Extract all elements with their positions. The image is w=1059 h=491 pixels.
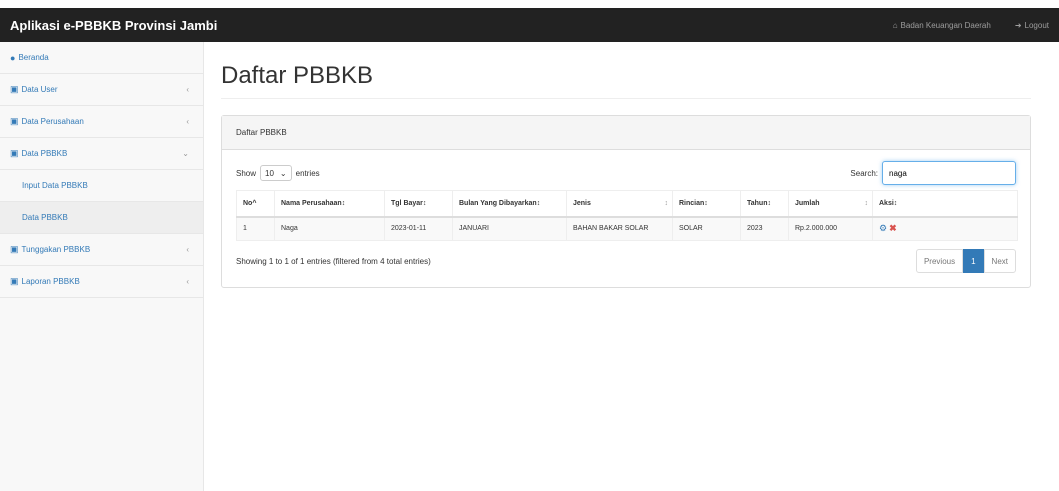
sitemap-icon: ▣ — [10, 244, 19, 254]
cell-jumlah: Rp.2.000.000 — [788, 216, 873, 241]
show-label: Show — [236, 168, 257, 178]
next-button[interactable]: Next — [983, 249, 1016, 273]
top-navbar: Aplikasi e-PBBKB Provinsi Jambi ⌂ Badan K… — [0, 8, 1059, 42]
cell-tgl-bayar: 2023-01-11 — [384, 216, 453, 241]
org-label: Badan Keuangan Daerah — [900, 20, 991, 30]
sidebar-item-laporan-pbbkb[interactable]: ▣ Laporan PBBKB ‹ — [0, 266, 203, 298]
data-panel: Daftar PBBKB Show 10 ⌄ entries Search: No… — [221, 115, 1031, 288]
table-row: 1 Naga 2023-01-11 JANUARI BAHAN BAKAR SO… — [236, 216, 1018, 241]
sidebar-item-label: Laporan PBBKB — [21, 277, 80, 286]
sidebar-item-label: Input Data PBBKB — [22, 181, 88, 190]
cell-no: 1 — [236, 216, 275, 241]
sort-icon: ↕ — [893, 199, 898, 207]
column-header-tahun[interactable]: Tahun↕ — [740, 190, 789, 218]
sort-asc-icon: ^ — [252, 199, 257, 207]
entries-label: entries — [295, 168, 320, 178]
cell-jenis: BAHAN BAKAR SOLAR — [566, 216, 673, 241]
cell-rincian: SOLAR — [672, 216, 741, 241]
dashboard-icon: ● — [10, 52, 16, 63]
previous-button[interactable]: Previous — [915, 249, 964, 273]
panel-heading: Daftar PBBKB — [222, 116, 1030, 150]
logout-link[interactable]: ➜ Logout — [1015, 21, 1049, 30]
column-header-aksi[interactable]: Aksi↕ — [872, 190, 1018, 218]
search-control: Search: — [850, 161, 1016, 185]
sort-icon: ↕ — [341, 199, 346, 207]
sidebar-item-label: Data User — [21, 85, 58, 94]
column-header-jumlah[interactable]: Jumlah ↕ — [788, 190, 873, 218]
chevron-left-icon: ‹ — [186, 277, 189, 286]
sidebar-item-data-perusahaan[interactable]: ▣ Data Perusahaan ‹ — [0, 106, 203, 138]
sidebar-subitem-input-data-pbbkb[interactable]: Input Data PBBKB — [0, 170, 203, 202]
delete-icon[interactable]: ✖ — [889, 223, 897, 233]
sidebar-subitem-data-pbbkb[interactable]: Data PBBKB — [0, 202, 203, 234]
cell-bulan: JANUARI — [452, 216, 567, 241]
page-title: Daftar PBBKB — [221, 62, 1031, 99]
pbbkb-table: No^ Nama Perusahaan↕ Tgl Bayar↕ Bulan Ya… — [236, 190, 1018, 241]
sidebar-item-beranda[interactable]: ● Beranda — [0, 42, 203, 74]
length-control: Show 10 ⌄ entries — [236, 165, 320, 181]
sitemap-icon: ▣ — [10, 116, 19, 126]
sidebar-item-label: Data PBBKB — [21, 149, 68, 158]
sort-icon: ↕ — [704, 199, 708, 207]
column-header-tgl-bayar[interactable]: Tgl Bayar↕ — [384, 190, 453, 218]
users-icon: ▣ — [10, 84, 19, 94]
sidebar-item-tunggakan-pbbkb[interactable]: ▣ Tunggakan PBBKB ‹ — [0, 234, 203, 266]
page-1-button[interactable]: 1 — [963, 249, 984, 273]
chevron-down-icon: ⌄ — [279, 168, 287, 178]
cell-aksi: ⚙ ✖ — [872, 216, 1018, 241]
main-content: Daftar PBBKB Daftar PBBKB Show 10 ⌄ entri… — [221, 42, 1031, 288]
sitemap-icon: ▣ — [10, 276, 19, 286]
chevron-left-icon: ‹ — [186, 117, 189, 126]
search-label: Search: — [850, 168, 878, 178]
sidebar-item-data-pbbkb[interactable]: ▣ Data PBBKB ⌄ — [0, 138, 203, 170]
sidebar-item-data-user[interactable]: ▣ Data User ‹ — [0, 74, 203, 106]
cell-tahun: 2023 — [740, 216, 789, 241]
sidebar-item-label: Data Perusahaan — [21, 117, 84, 126]
column-header-no[interactable]: No^ — [236, 190, 275, 218]
logout-label: Logout — [1024, 20, 1049, 30]
sidebar: ● Beranda ▣ Data User ‹ ▣ Data Perusahaan ‹ ▣… — [0, 42, 204, 491]
sort-icon: ↕ — [864, 199, 869, 207]
logout-icon: ➜ — [1014, 20, 1022, 30]
sort-icon: ↕ — [664, 199, 669, 207]
chevron-down-icon: ⌄ — [182, 149, 189, 158]
column-header-nama-perusahaan[interactable]: Nama Perusahaan↕ — [274, 190, 385, 218]
app-title[interactable]: Aplikasi e-PBBKB Provinsi Jambi — [10, 18, 217, 33]
sort-icon: ↕ — [767, 199, 771, 207]
sidebar-item-label: Tunggakan PBBKB — [21, 245, 91, 254]
search-input[interactable] — [882, 161, 1016, 185]
table-header-row: No^ Nama Perusahaan↕ Tgl Bayar↕ Bulan Ya… — [236, 190, 1018, 218]
cell-nama-perusahaan: Naga — [274, 216, 385, 241]
column-header-jenis[interactable]: Jenis ↕ — [566, 190, 673, 218]
org-link[interactable]: ⌂ Badan Keuangan Daerah — [893, 21, 991, 30]
sitemap-icon: ▣ — [10, 148, 19, 158]
entries-select[interactable]: 10 ⌄ — [260, 165, 292, 181]
table-info: Showing 1 to 1 of 1 entries (filtered fr… — [236, 256, 431, 266]
view-icon[interactable]: ⚙ — [879, 223, 887, 233]
pagination: Previous 1 Next — [915, 249, 1016, 273]
entries-select-value: 10 — [265, 168, 274, 178]
sidebar-item-label: Data PBBKB — [22, 213, 68, 222]
chevron-left-icon: ‹ — [186, 85, 189, 94]
home-icon: ⌂ — [892, 20, 898, 30]
column-header-rincian[interactable]: Rincian↕ — [672, 190, 741, 218]
sort-icon: ↕ — [536, 199, 541, 207]
sidebar-item-label: Beranda — [18, 53, 49, 62]
sort-icon: ↕ — [422, 199, 427, 207]
column-header-bulan[interactable]: Bulan Yang Dibayarkan↕ — [452, 190, 567, 218]
chevron-left-icon: ‹ — [186, 245, 189, 254]
